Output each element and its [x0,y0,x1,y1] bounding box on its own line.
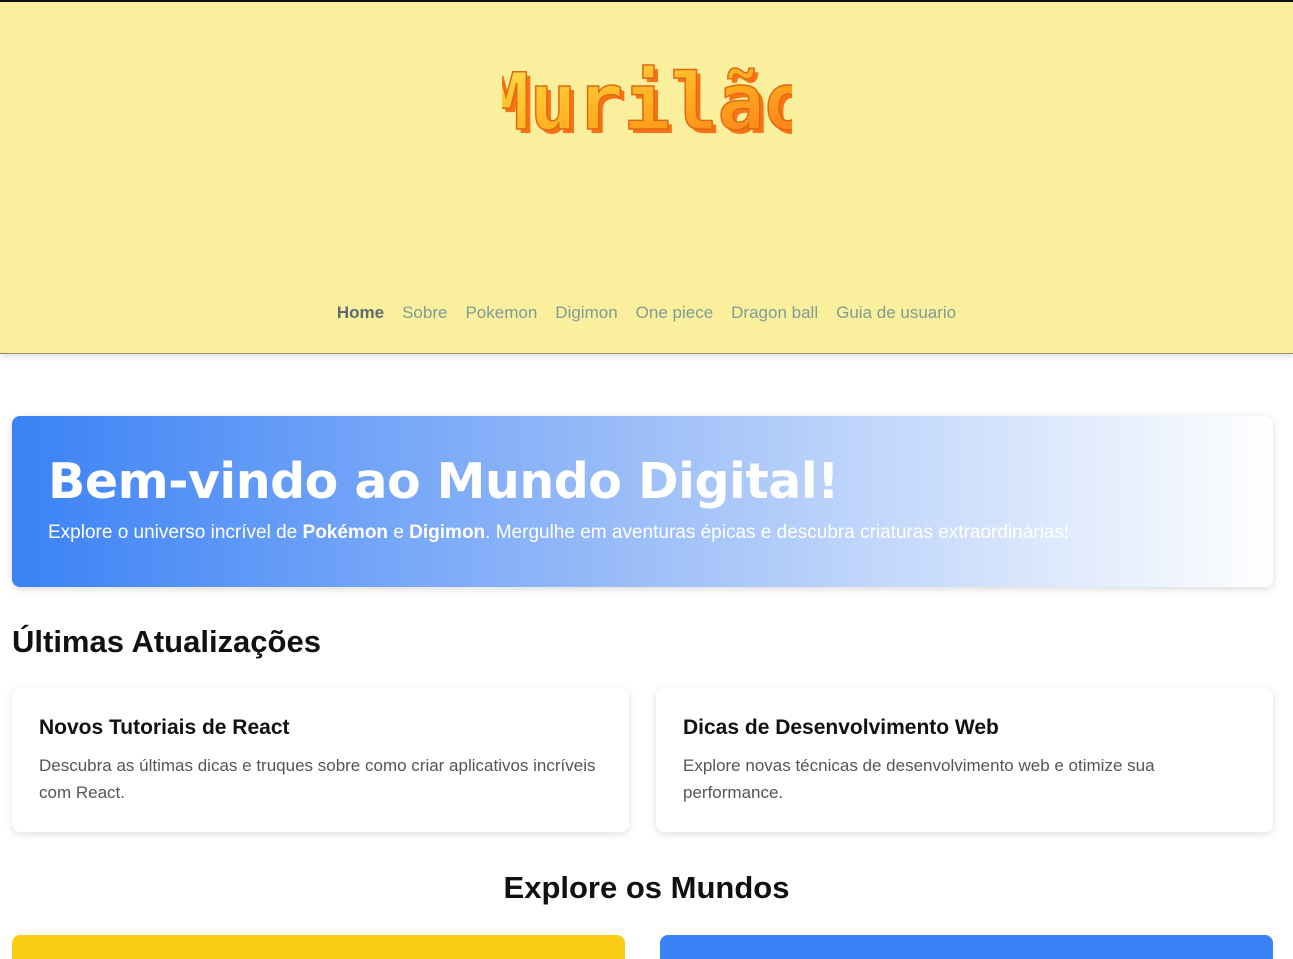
nav-home[interactable]: Home [337,303,384,323]
card-text: Descubra as últimas dicas e truques sobr… [39,756,596,802]
nav-digimon[interactable]: Digimon [555,303,617,323]
hero-text-part: e [388,522,410,543]
logo-text: Murilão [502,58,792,144]
nav-dragon-ball[interactable]: Dragon ball [731,303,818,323]
update-card-web-dev[interactable]: Dicas de Desenvolvimento Web Explore nov… [656,688,1273,832]
hero-text-part: . Mergulhe em aventuras épicas e descubr… [485,522,1070,543]
hero-pokemon-highlight: Pokémon [302,522,389,543]
nav-one-piece[interactable]: One piece [636,303,714,323]
world-card-yellow[interactable] [12,935,625,959]
hero-text: Explore o universo incrível de Pokémon e… [48,522,1237,544]
hero-banner: Bem-vindo ao Mundo Digital! Explore o un… [12,416,1273,587]
main-nav: Home Sobre Pokemon Digimon One piece Dra… [0,303,1293,323]
hero-title: Bem-vindo ao Mundo Digital! [48,453,839,510]
card-title: Novos Tutoriais de React [39,716,290,739]
site-logo[interactable]: Murilão Murilão [0,54,1293,149]
nav-guia-de-usuario[interactable]: Guia de usuario [836,303,956,323]
hero-text-part: Explore o universo incrível de [48,522,303,543]
hero-digimon-highlight: Digimon [409,522,486,543]
updates-title: Últimas Atualizações [12,624,321,659]
card-title: Dicas de Desenvolvimento Web [683,716,999,739]
logo-image: Murilão Murilão [502,57,792,144]
nav-sobre[interactable]: Sobre [402,303,447,323]
world-card-blue[interactable] [660,935,1273,959]
card-text: Explore novas técnicas de desenvolviment… [683,756,1155,802]
explore-title: Explore os Mundos [503,870,790,905]
update-card-react[interactable]: Novos Tutoriais de React Descubra as últ… [12,688,629,832]
site-header: Murilão Murilão Home Sobre Pokemon Digim… [0,2,1293,354]
nav-pokemon[interactable]: Pokemon [465,303,537,323]
